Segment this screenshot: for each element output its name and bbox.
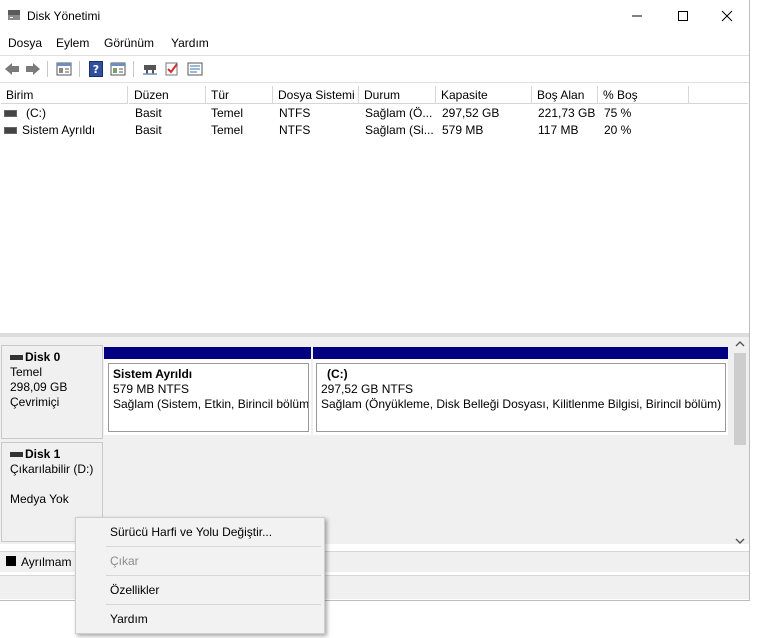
disk-type: Temel [10,365,43,379]
unallocated-legend-swatch [6,556,16,566]
scroll-thumb[interactable] [734,353,746,445]
column-header-durum[interactable]: Durum [359,86,436,104]
disk-type: Çıkarılabilir (D:) [10,462,94,476]
context-menu: Sürücü Harfi ve Yolu Değiştir... Çıkar Ö… [75,517,325,634]
scroll-up-arrow-icon[interactable] [735,340,745,350]
partition-status: Sağlam (Sistem, Etkin, Birincil bölüm [113,397,309,411]
window-title: Disk Yönetimi [27,9,101,23]
check-icon[interactable] [163,60,181,77]
free-space-cell: 117 MB [538,123,579,137]
unallocated-legend-label: Ayrılmam [21,555,72,569]
disk-graphical-view: Disk 0 Temel 298,09 GB Çevrimiçi Sistem … [0,337,749,544]
column-header-dosya-sistemi[interactable]: Dosya Sistemi [273,86,359,104]
help-icon[interactable]: ? [87,60,105,77]
menu-gorunum[interactable]: Görünüm [104,36,154,50]
column-header-empty [689,86,748,104]
disk-status: Çevrimiçi [10,395,60,409]
filesystem-cell: NTFS [279,106,311,120]
partition-name: (C:) [327,367,348,381]
partition-bar [104,347,311,359]
partition-c-drive[interactable]: (C:) 297,52 GB NTFS Sağlam (Önyükleme, D… [313,347,728,435]
menu-item-properties[interactable]: Özellikler [77,576,323,604]
partition-size: 579 MB NTFS [113,382,190,396]
partition-system-reserved[interactable]: Sistem Ayrıldı 579 MB NTFS Sağlam (Siste… [104,347,311,435]
status-cell: Sağlam (Si... [365,123,434,137]
menu-yardim[interactable]: Yardım [171,36,209,50]
disk-icon [10,355,23,361]
disk-media: Medya Yok [10,492,69,506]
partition-details: Sistem Ayrıldı 579 MB NTFS Sağlam (Siste… [108,363,309,432]
menu-dosya[interactable]: Dosya [8,36,42,50]
percent-free-cell: 20 % [604,123,632,137]
free-space-cell: 221,73 GB [538,106,596,120]
forward-arrow-icon[interactable] [24,60,42,77]
vertical-scrollbar[interactable] [732,337,748,544]
disk-icon [10,452,23,458]
volume-name-cell: Sistem Ayrıldı [4,122,95,139]
column-header-birim[interactable]: Birim [1,86,128,104]
svg-text:?: ? [93,63,99,76]
close-button[interactable] [704,0,750,32]
column-header-yuzde-bos[interactable]: % Boş [598,86,689,104]
disk-name: Disk 1 [25,447,61,461]
menu-bar: Dosya Eylem Görünüm Yardım [0,33,749,53]
disk-size: 298,09 GB [10,380,68,394]
disk-0-label[interactable]: Disk 0 Temel 298,09 GB Çevrimiçi [1,345,103,439]
menu-eylem[interactable]: Eylem [56,36,89,50]
partition-status: Sağlam (Önyükleme, Disk Belleği Dosyası,… [321,397,722,411]
filesystem-cell: NTFS [279,123,311,137]
menu-item-help[interactable]: Yardım [77,605,323,633]
type-cell: Temel [211,106,244,120]
menu-item-eject[interactable]: Çıkar [77,547,323,575]
partition-bar [313,347,728,359]
drive-icon [4,110,17,118]
minimize-button[interactable] [614,0,660,32]
column-header-bos-alan[interactable]: Boş Alan [532,86,598,104]
toolbar-separator [79,61,80,77]
connect-icon[interactable] [141,60,159,77]
settings-icon[interactable] [186,60,204,77]
drive-icon [4,127,17,135]
volume-list: Birim Düzen Tür Dosya Sistemi Durum Kapa… [1,86,748,333]
disk-management-window: Disk Yönetimi Dosya Eylem Görünüm Yardım [0,0,750,601]
column-header-tur[interactable]: Tür [206,86,273,104]
table-row[interactable]: (C:) Basit Temel NTFS Sağlam (Ö... 297,5… [1,105,748,122]
disk-name: Disk 0 [25,350,61,364]
back-arrow-icon[interactable] [3,60,21,77]
status-cell: Sağlam (Ö... [365,106,433,120]
column-header-duzen[interactable]: Düzen [129,86,206,104]
partition-name: Sistem Ayrıldı [113,367,193,381]
menu-item-change-drive-letter[interactable]: Sürücü Harfi ve Yolu Değiştir... [77,518,323,546]
capacity-cell: 297,52 GB [442,106,500,120]
disk-management-app-icon [7,9,21,21]
partition-size: 297,52 GB NTFS [321,382,414,396]
console-icon[interactable] [109,60,127,77]
toolbar-separator [133,61,134,77]
partition-details: (C:) 297,52 GB NTFS Sağlam (Önyükleme, D… [316,363,726,432]
maximize-button[interactable] [660,0,706,32]
layout-cell: Basit [135,123,162,137]
capacity-cell: 579 MB [442,123,484,137]
properties-icon[interactable] [55,60,73,77]
layout-cell: Basit [135,106,162,120]
percent-free-cell: 75 % [604,106,632,120]
toolbar-separator [47,61,48,77]
column-header-kapasite[interactable]: Kapasite [436,86,532,104]
title-bar: Disk Yönetimi [0,0,749,32]
volume-name-cell: (C:) [4,105,46,122]
table-row[interactable]: Sistem Ayrıldı Basit Temel NTFS Sağlam (… [1,122,748,139]
toolbar: ? [0,55,749,83]
scroll-down-arrow-icon[interactable] [735,534,745,548]
type-cell: Temel [211,123,244,137]
